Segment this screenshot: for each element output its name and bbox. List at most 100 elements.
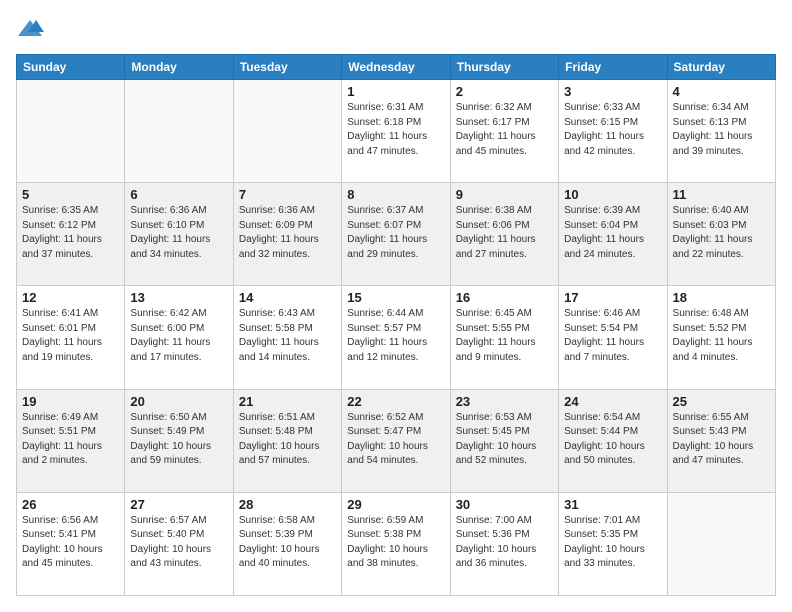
day-number: 4 xyxy=(673,84,770,99)
day-info: Sunrise: 6:45 AMSunset: 5:55 PMDaylight:… xyxy=(456,307,553,365)
calendar-cell: 7 Sunrise: 6:36 AMSunset: 6:09 PMDaylight… xyxy=(233,183,341,286)
calendar-cell: 5 Sunrise: 6:35 AMSunset: 6:12 PMDaylight… xyxy=(17,183,125,286)
day-info: Sunrise: 7:00 AMSunset: 5:36 PMDaylight:… xyxy=(456,514,553,572)
day-number: 30 xyxy=(456,497,553,512)
logo-icon xyxy=(16,16,44,44)
day-info: Sunrise: 6:52 AMSunset: 5:47 PMDaylight:… xyxy=(347,411,444,469)
day-info: Sunrise: 6:55 AMSunset: 5:43 PMDaylight:… xyxy=(673,411,770,469)
calendar-cell: 31Sunrise: 7:01 AMSunset: 5:35 PMDayligh… xyxy=(559,492,667,595)
day-info: Sunrise: 7:01 AMSunset: 5:35 PMDaylight:… xyxy=(564,514,661,572)
page: SundayMondayTuesdayWednesdayThursdayFrid… xyxy=(0,0,792,612)
calendar-cell: 2 Sunrise: 6:32 AMSunset: 6:17 PMDaylight… xyxy=(450,80,558,183)
day-info: Sunrise: 6:36 AMSunset: 6:09 PMDaylight:… xyxy=(239,204,336,262)
day-info: Sunrise: 6:35 AMSunset: 6:12 PMDaylight:… xyxy=(22,204,119,262)
day-number: 18 xyxy=(673,290,770,305)
weekday-header-monday: Monday xyxy=(125,55,233,80)
day-number: 21 xyxy=(239,394,336,409)
day-info: Sunrise: 6:42 AMSunset: 6:00 PMDaylight:… xyxy=(130,307,227,365)
calendar-week-row: 26 Sunrise: 6:56 AMSunset: 5:41 PMDayligh… xyxy=(17,492,776,595)
day-number: 6 xyxy=(130,187,227,202)
day-number: 5 xyxy=(22,187,119,202)
calendar-cell: 6 Sunrise: 6:36 AMSunset: 6:10 PMDaylight… xyxy=(125,183,233,286)
calendar-cell: 30 Sunrise: 7:00 AMSunset: 5:36 PMDayligh… xyxy=(450,492,558,595)
calendar-cell xyxy=(125,80,233,183)
day-info: Sunrise: 6:58 AMSunset: 5:39 PMDaylight:… xyxy=(239,514,336,572)
weekday-header-sunday: Sunday xyxy=(17,55,125,80)
calendar-cell: 16Sunrise: 6:45 AMSunset: 5:55 PMDayligh… xyxy=(450,286,558,389)
calendar-week-row: 1Sunrise: 6:31 AMSunset: 6:18 PMDaylight… xyxy=(17,80,776,183)
calendar-cell: 11 Sunrise: 6:40 AMSunset: 6:03 PMDayligh… xyxy=(667,183,775,286)
day-number: 7 xyxy=(239,187,336,202)
calendar-cell: 14 Sunrise: 6:43 AMSunset: 5:58 PMDayligh… xyxy=(233,286,341,389)
day-info: Sunrise: 6:49 AMSunset: 5:51 PMDaylight:… xyxy=(22,411,119,469)
day-number: 26 xyxy=(22,497,119,512)
calendar-cell: 1Sunrise: 6:31 AMSunset: 6:18 PMDaylight… xyxy=(342,80,450,183)
day-number: 11 xyxy=(673,187,770,202)
day-info: Sunrise: 6:50 AMSunset: 5:49 PMDaylight:… xyxy=(130,411,227,469)
day-number: 8 xyxy=(347,187,444,202)
day-number: 9 xyxy=(456,187,553,202)
calendar-cell: 20 Sunrise: 6:50 AMSunset: 5:49 PMDayligh… xyxy=(125,389,233,492)
calendar-cell xyxy=(17,80,125,183)
day-info: Sunrise: 6:56 AMSunset: 5:41 PMDaylight:… xyxy=(22,514,119,572)
day-info: Sunrise: 6:53 AMSunset: 5:45 PMDaylight:… xyxy=(456,411,553,469)
day-info: Sunrise: 6:31 AMSunset: 6:18 PMDaylight:… xyxy=(347,101,444,159)
calendar-week-row: 12Sunrise: 6:41 AMSunset: 6:01 PMDayligh… xyxy=(17,286,776,389)
calendar-cell: 28 Sunrise: 6:58 AMSunset: 5:39 PMDayligh… xyxy=(233,492,341,595)
weekday-header-saturday: Saturday xyxy=(667,55,775,80)
weekday-header-friday: Friday xyxy=(559,55,667,80)
day-info: Sunrise: 6:57 AMSunset: 5:40 PMDaylight:… xyxy=(130,514,227,572)
day-info: Sunrise: 6:38 AMSunset: 6:06 PMDaylight:… xyxy=(456,204,553,262)
day-number: 29 xyxy=(347,497,444,512)
day-number: 15 xyxy=(347,290,444,305)
day-info: Sunrise: 6:51 AMSunset: 5:48 PMDaylight:… xyxy=(239,411,336,469)
calendar-cell: 12Sunrise: 6:41 AMSunset: 6:01 PMDayligh… xyxy=(17,286,125,389)
day-info: Sunrise: 6:36 AMSunset: 6:10 PMDaylight:… xyxy=(130,204,227,262)
day-number: 13 xyxy=(130,290,227,305)
day-info: Sunrise: 6:54 AMSunset: 5:44 PMDaylight:… xyxy=(564,411,661,469)
day-number: 12 xyxy=(22,290,119,305)
calendar-cell: 23 Sunrise: 6:53 AMSunset: 5:45 PMDayligh… xyxy=(450,389,558,492)
day-info: Sunrise: 6:37 AMSunset: 6:07 PMDaylight:… xyxy=(347,204,444,262)
calendar-cell: 10Sunrise: 6:39 AMSunset: 6:04 PMDayligh… xyxy=(559,183,667,286)
calendar-cell: 24 Sunrise: 6:54 AMSunset: 5:44 PMDayligh… xyxy=(559,389,667,492)
weekday-header-row: SundayMondayTuesdayWednesdayThursdayFrid… xyxy=(17,55,776,80)
day-number: 23 xyxy=(456,394,553,409)
day-info: Sunrise: 6:59 AMSunset: 5:38 PMDaylight:… xyxy=(347,514,444,572)
day-number: 17 xyxy=(564,290,661,305)
calendar-week-row: 5 Sunrise: 6:35 AMSunset: 6:12 PMDaylight… xyxy=(17,183,776,286)
calendar-cell: 29 Sunrise: 6:59 AMSunset: 5:38 PMDayligh… xyxy=(342,492,450,595)
day-info: Sunrise: 6:48 AMSunset: 5:52 PMDaylight:… xyxy=(673,307,770,365)
calendar-cell xyxy=(233,80,341,183)
day-info: Sunrise: 6:32 AMSunset: 6:17 PMDaylight:… xyxy=(456,101,553,159)
calendar-cell: 21 Sunrise: 6:51 AMSunset: 5:48 PMDayligh… xyxy=(233,389,341,492)
calendar-cell: 19 Sunrise: 6:49 AMSunset: 5:51 PMDayligh… xyxy=(17,389,125,492)
calendar-cell: 27Sunrise: 6:57 AMSunset: 5:40 PMDayligh… xyxy=(125,492,233,595)
day-info: Sunrise: 6:43 AMSunset: 5:58 PMDaylight:… xyxy=(239,307,336,365)
calendar-cell: 26 Sunrise: 6:56 AMSunset: 5:41 PMDayligh… xyxy=(17,492,125,595)
logo xyxy=(16,16,48,44)
day-info: Sunrise: 6:40 AMSunset: 6:03 PMDaylight:… xyxy=(673,204,770,262)
day-number: 28 xyxy=(239,497,336,512)
header xyxy=(16,16,776,44)
calendar-cell: 17Sunrise: 6:46 AMSunset: 5:54 PMDayligh… xyxy=(559,286,667,389)
day-number: 24 xyxy=(564,394,661,409)
calendar-week-row: 19 Sunrise: 6:49 AMSunset: 5:51 PMDayligh… xyxy=(17,389,776,492)
calendar-cell: 9 Sunrise: 6:38 AMSunset: 6:06 PMDaylight… xyxy=(450,183,558,286)
day-number: 14 xyxy=(239,290,336,305)
calendar-cell: 25 Sunrise: 6:55 AMSunset: 5:43 PMDayligh… xyxy=(667,389,775,492)
calendar-cell: 18 Sunrise: 6:48 AMSunset: 5:52 PMDayligh… xyxy=(667,286,775,389)
day-number: 20 xyxy=(130,394,227,409)
calendar-table: SundayMondayTuesdayWednesdayThursdayFrid… xyxy=(16,54,776,596)
day-number: 25 xyxy=(673,394,770,409)
day-info: Sunrise: 6:33 AMSunset: 6:15 PMDaylight:… xyxy=(564,101,661,159)
calendar-cell xyxy=(667,492,775,595)
weekday-header-tuesday: Tuesday xyxy=(233,55,341,80)
calendar-cell: 3Sunrise: 6:33 AMSunset: 6:15 PMDaylight… xyxy=(559,80,667,183)
weekday-header-wednesday: Wednesday xyxy=(342,55,450,80)
day-number: 19 xyxy=(22,394,119,409)
day-info: Sunrise: 6:34 AMSunset: 6:13 PMDaylight:… xyxy=(673,101,770,159)
weekday-header-thursday: Thursday xyxy=(450,55,558,80)
day-number: 2 xyxy=(456,84,553,99)
day-number: 22 xyxy=(347,394,444,409)
